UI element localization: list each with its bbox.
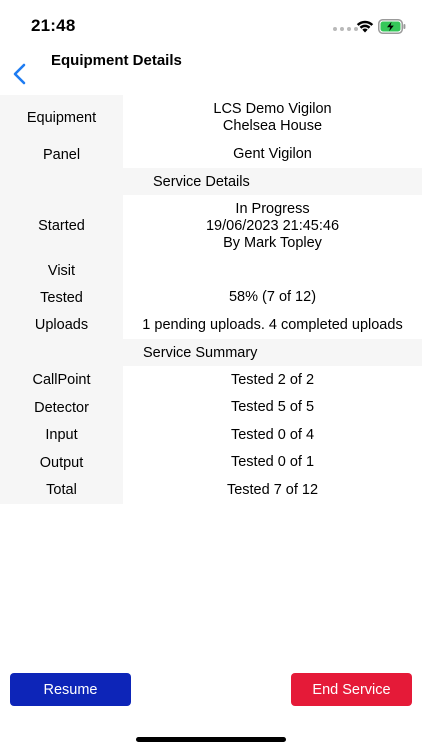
page-title: Equipment Details [51, 52, 182, 69]
service-summary-header: Service Summary [0, 339, 422, 366]
back-button[interactable] [8, 60, 32, 88]
status-time: 21:48 [31, 16, 76, 35]
wifi-icon [356, 20, 374, 33]
tested-label: Tested [0, 284, 123, 311]
summary-row: CallPoint Tested 2 of 2 [0, 366, 422, 394]
tested-value: 58% (7 of 12) [228, 289, 317, 305]
summary-label: Output [0, 449, 123, 476]
summary-row: Input Tested 0 of 4 [0, 421, 422, 449]
summary-value: Tested 0 of 1 [230, 454, 315, 470]
equipment-name: LCS Demo Vigilon [213, 101, 332, 117]
end-service-button[interactable]: End Service [291, 673, 412, 706]
visit-label: Visit [0, 257, 123, 284]
summary-label: Total [0, 476, 123, 504]
battery-charging-icon [378, 19, 406, 34]
started-by: By Mark Topley [223, 234, 322, 251]
navigation-bar: Equipment Details [0, 48, 422, 92]
uploads-row: Uploads 1 pending uploads. 4 completed u… [0, 311, 422, 339]
equipment-location: Chelsea House [222, 118, 323, 134]
panel-label: Panel [0, 141, 123, 168]
details-table: Equipment LCS Demo Vigilon Chelsea House… [0, 95, 422, 504]
summary-label: Detector [0, 394, 123, 421]
started-timestamp: 19/06/2023 21:45:46 [205, 217, 340, 234]
service-details-header: Service Details [0, 168, 422, 195]
status-bar: 21:48 [0, 0, 422, 50]
summary-value: Tested 5 of 5 [230, 399, 315, 415]
resume-button[interactable]: Resume [10, 673, 131, 706]
summary-value: Tested 0 of 4 [230, 426, 315, 443]
panel-value: Gent Vigilon [233, 146, 312, 162]
equipment-row: Equipment LCS Demo Vigilon Chelsea House [0, 95, 422, 141]
tested-row: Tested 58% (7 of 12) [0, 284, 422, 311]
signal-icon [333, 27, 358, 31]
summary-label: CallPoint [0, 366, 123, 394]
summary-value: Tested 7 of 12 [226, 481, 319, 498]
summary-value: Tested 2 of 2 [230, 371, 315, 388]
visit-value [123, 257, 422, 284]
equipment-label: Equipment [0, 95, 123, 141]
summary-row: Detector Tested 5 of 5 [0, 394, 422, 421]
equipment-value: LCS Demo Vigilon Chelsea House [123, 95, 422, 141]
started-row: Started In Progress 19/06/2023 21:45:46 … [0, 195, 422, 257]
started-label: Started [0, 195, 123, 257]
visit-row: Visit [0, 257, 422, 284]
service-details-title: Service Details [123, 168, 422, 195]
summary-row: Output Tested 0 of 1 [0, 449, 422, 476]
home-indicator[interactable] [136, 737, 286, 742]
uploads-value: 1 pending uploads. 4 completed uploads [142, 316, 403, 333]
uploads-label: Uploads [0, 311, 123, 339]
summary-label: Input [0, 421, 123, 449]
service-summary-title: Service Summary [123, 339, 422, 366]
panel-row: Panel Gent Vigilon [0, 141, 422, 168]
started-value: In Progress 19/06/2023 21:45:46 By Mark … [123, 195, 422, 257]
started-status: In Progress [235, 200, 310, 217]
summary-row: Total Tested 7 of 12 [0, 476, 422, 504]
